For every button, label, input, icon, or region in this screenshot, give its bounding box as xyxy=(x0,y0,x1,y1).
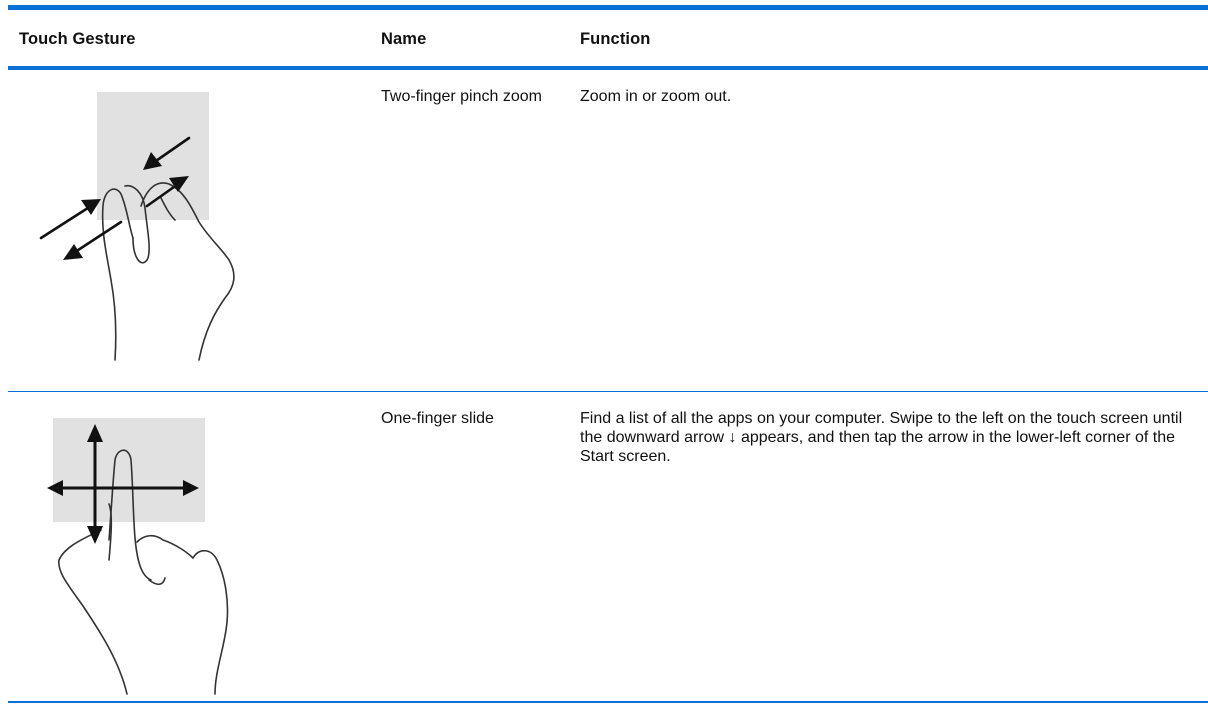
header-function: Function xyxy=(580,30,651,48)
one-finger-slide-illustration xyxy=(47,418,229,695)
gesture-function: Find a list of all the apps on your comp… xyxy=(580,410,1183,465)
table-row: Two-finger pinch zoom Zoom in or zoom ou… xyxy=(8,70,1208,392)
gesture-table: Touch Gesture Name Function Two-finger p… xyxy=(8,5,1208,703)
header-name: Name xyxy=(381,30,427,48)
gesture-function: Zoom in or zoom out. xyxy=(580,88,732,105)
table-row: One-finger slide Find a list of all the … xyxy=(8,392,1208,703)
gesture-name: Two-finger pinch zoom xyxy=(381,88,542,105)
header-touch-gesture: Touch Gesture xyxy=(19,30,136,48)
table-header-row: Touch Gesture Name Function xyxy=(8,10,1208,70)
two-finger-pinch-zoom-illustration xyxy=(39,92,235,361)
gesture-name: One-finger slide xyxy=(381,410,494,427)
